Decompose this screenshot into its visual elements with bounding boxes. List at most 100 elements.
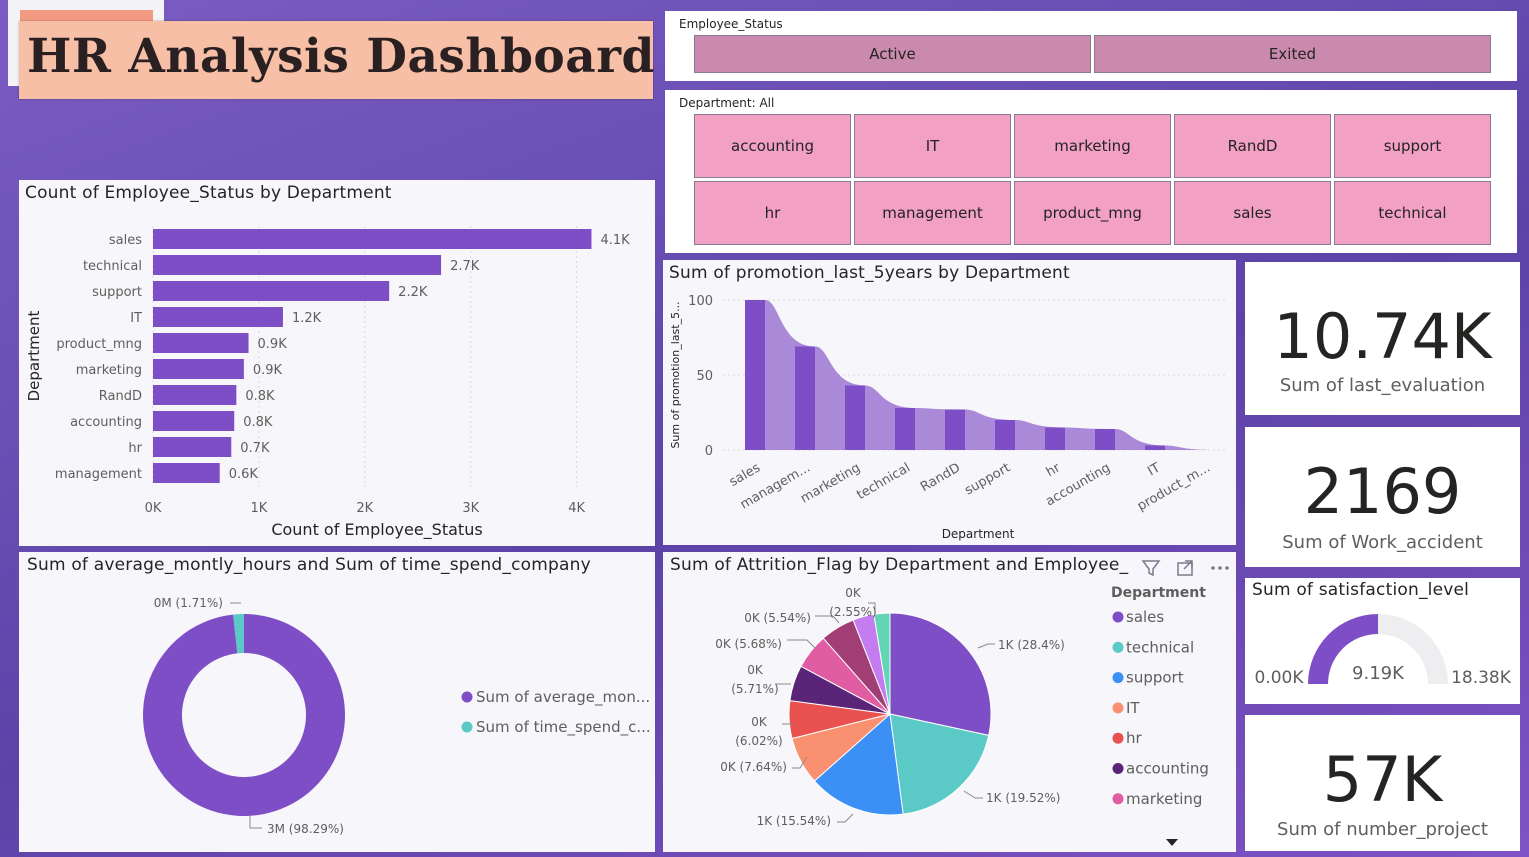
- pie-data-label: 0K: [845, 586, 862, 600]
- y-tick-label: IT: [130, 311, 142, 326]
- x-tick-label: technical: [854, 460, 913, 503]
- pie-data-label: 0K (7.64%): [720, 760, 787, 774]
- x-tick-label: hr: [1044, 460, 1064, 480]
- status-option-exited[interactable]: Exited: [1094, 35, 1491, 73]
- area-column[interactable]: [795, 346, 815, 451]
- data-label: 0.9K: [253, 363, 283, 378]
- y-tick-label: management: [55, 467, 142, 482]
- kpi-value: 10.74K: [1273, 300, 1492, 373]
- legend-marker[interactable]: [1112, 611, 1124, 623]
- department-option-hr[interactable]: hr: [694, 181, 851, 245]
- legend-label: hr: [1126, 729, 1143, 747]
- legend-marker[interactable]: [1112, 672, 1124, 684]
- kpi-card-number-project: 57K Sum of number_project: [1245, 715, 1520, 851]
- area-column[interactable]: [945, 409, 965, 451]
- pie-data-label: 1K (19.52%): [986, 791, 1060, 805]
- area-column[interactable]: [845, 385, 865, 451]
- employee-status-slicer: Employee_Status Active Exited: [665, 11, 1517, 81]
- x-tick-label: 4K: [568, 501, 585, 516]
- slicer-caption: Department: All: [679, 96, 775, 110]
- pie-data-label: (2.55%): [829, 605, 876, 619]
- legend-label: technical: [1126, 638, 1194, 656]
- legend-label: Sum of average_mon...: [476, 688, 650, 707]
- area-column[interactable]: [1145, 445, 1165, 451]
- pie-data-label: 0K: [747, 663, 764, 677]
- leader-line: [249, 816, 262, 829]
- department-option-management[interactable]: management: [854, 181, 1011, 245]
- department-option-marketing[interactable]: marketing: [1014, 114, 1171, 178]
- data-label: 0.6K: [229, 467, 259, 482]
- bar[interactable]: [153, 385, 237, 405]
- kpi-label: Sum of last_evaluation: [1279, 375, 1486, 396]
- legend-marker[interactable]: [1112, 641, 1124, 653]
- pie-data-label: 0K (5.68%): [715, 637, 782, 651]
- gauge-card: Sum of satisfaction_level 0.00K 9.19K 18.3…: [1245, 578, 1520, 704]
- bar-chart-panel: Count of Employee_Status by Department 0…: [19, 180, 655, 546]
- bar[interactable]: [153, 437, 232, 457]
- bar[interactable]: [153, 255, 442, 275]
- department-option-technical[interactable]: technical: [1334, 181, 1491, 245]
- legend-marker[interactable]: [461, 721, 473, 733]
- data-label: 0.8K: [245, 389, 275, 404]
- y-axis-title: Sum of promotion_last_5...: [669, 301, 682, 448]
- kpi-label: Sum of number_project: [1277, 819, 1488, 840]
- y-tick-label: marketing: [76, 363, 142, 378]
- dashboard-title: HR Analysis Dashboard: [27, 29, 655, 84]
- kpi-card-work-accident: 2169 Sum of Work_accident: [1245, 427, 1520, 567]
- bar[interactable]: [153, 281, 390, 301]
- donut-data-label: 3M (98.29%): [267, 822, 344, 836]
- dashboard-title-box: HR Analysis Dashboard: [19, 21, 655, 99]
- data-label: 1.2K: [292, 311, 322, 326]
- pie-chart-panel: Sum of Attrition_Flag by Department and …: [663, 552, 1236, 852]
- x-tick-label: RandD: [918, 460, 963, 495]
- legend-label: accounting: [1126, 760, 1209, 778]
- y-tick-label: 100: [688, 294, 713, 309]
- pie-data-label: 1K (28.4%): [998, 638, 1065, 652]
- legend-label: Sum of time_spend_c...: [476, 718, 651, 737]
- x-axis-title: Department: [942, 527, 1015, 541]
- department-option-accounting[interactable]: accounting: [694, 114, 851, 178]
- bar[interactable]: [153, 229, 592, 249]
- bar[interactable]: [153, 463, 220, 483]
- area-column[interactable]: [1045, 427, 1065, 451]
- y-tick-label: support: [92, 285, 142, 300]
- legend-marker[interactable]: [1112, 732, 1124, 744]
- department-option-sales[interactable]: sales: [1174, 181, 1331, 245]
- donut-chart: 0M (1.71%) 3M (98.29%) Sum of average_mon.…: [143, 596, 651, 836]
- donut-data-label: 0M (1.71%): [154, 596, 223, 610]
- area-column[interactable]: [745, 300, 765, 450]
- legend-marker[interactable]: [1112, 763, 1124, 774]
- status-option-active[interactable]: Active: [694, 35, 1091, 73]
- legend-scroll-down-icon[interactable]: [1165, 832, 1179, 851]
- y-tick-label: sales: [109, 233, 142, 248]
- area-column[interactable]: [895, 408, 915, 450]
- legend-marker[interactable]: [1112, 702, 1124, 714]
- department-option-support[interactable]: support: [1334, 114, 1491, 178]
- x-tick-label: sales: [727, 460, 763, 490]
- y-tick-label: technical: [83, 259, 142, 274]
- y-axis-title: Department: [25, 311, 43, 402]
- x-tick-label: IT: [1145, 460, 1163, 479]
- department-option-it[interactable]: IT: [854, 114, 1011, 178]
- gauge-min-label: 0.00K: [1255, 668, 1305, 688]
- legend-marker[interactable]: [1112, 793, 1124, 805]
- leader-line: [977, 643, 995, 649]
- y-tick-label: hr: [128, 441, 142, 456]
- bar[interactable]: [153, 359, 244, 379]
- x-tick-label: 3K: [462, 501, 479, 516]
- leader-line: [837, 813, 854, 823]
- legend-label: marketing: [1126, 790, 1202, 808]
- area-column[interactable]: [995, 420, 1015, 450]
- bar[interactable]: [153, 333, 249, 353]
- department-option-randd[interactable]: RandD: [1174, 114, 1331, 178]
- department-option-product_mng[interactable]: product_mng: [1014, 181, 1171, 245]
- pie-data-label: (5.71%): [731, 682, 778, 696]
- pie-chart: 1K (28.4%) 1K (19.52%) 1K (15.54%) 0K (7.64…: [715, 585, 1209, 828]
- gauge-chart: 0.00K 9.19K 18.38K: [1255, 614, 1512, 688]
- legend-title: Department: [1111, 585, 1206, 601]
- gauge-max-label: 18.38K: [1451, 668, 1512, 688]
- bar[interactable]: [153, 411, 235, 431]
- bar[interactable]: [153, 307, 283, 327]
- legend-marker[interactable]: [461, 691, 473, 703]
- area-column[interactable]: [1095, 429, 1115, 450]
